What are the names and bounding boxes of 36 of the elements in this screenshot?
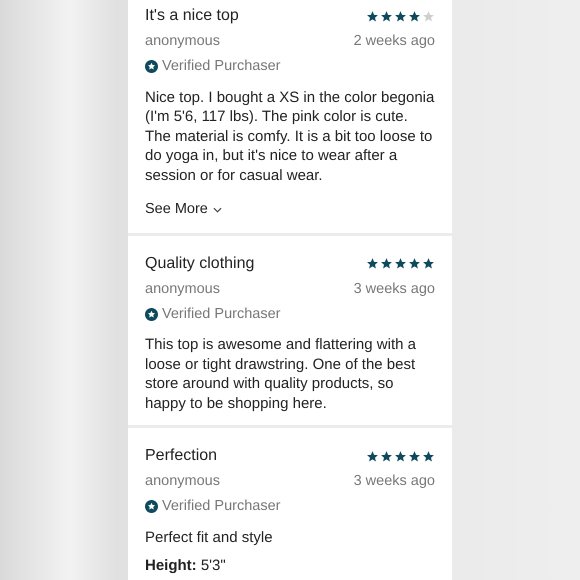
review-title: It's a nice top (145, 6, 239, 26)
review-title: Perfection (145, 446, 218, 466)
star-icon (422, 257, 435, 270)
review-detail: Height: 5'3" (145, 556, 227, 576)
star-icon (422, 10, 435, 22)
star-icon (366, 10, 379, 22)
star-icon (394, 450, 407, 463)
star-icon (380, 10, 393, 22)
review-text: This top is awesome and flattering with a loose or tight drawstring. One of the best store around with quality products, so happy to be shopping here. (145, 335, 417, 414)
verified-label: Verified Purchaser (162, 497, 280, 516)
star-icon (366, 257, 379, 270)
review-date: 3 weeks ago (354, 280, 435, 299)
star-icon (408, 450, 421, 463)
star-icon (394, 10, 407, 22)
verified-badge-icon (145, 308, 158, 321)
reviewer-name: anonymous (145, 280, 220, 299)
review-title: Quality clothing (145, 254, 254, 274)
verified-label: Verified Purchaser (162, 56, 280, 76)
review-date: 2 weeks ago (354, 32, 435, 51)
star-icon (380, 257, 393, 270)
reviewer-name: anonymous (145, 32, 220, 51)
review-text: Perfect fit and style (145, 528, 274, 548)
chevron-down-icon (212, 206, 222, 213)
verified-badge-icon (145, 500, 158, 514)
verified-label: Verified Purchaser (162, 304, 280, 324)
star-icon (366, 450, 379, 463)
star-icon (408, 257, 421, 270)
reviewer-name: anonymous (145, 472, 220, 492)
review-date: 3 weeks ago (354, 472, 435, 492)
see-more-button[interactable]: See More (145, 199, 222, 221)
star-icon (380, 450, 393, 463)
verified-badge-icon (145, 60, 158, 74)
review-text: Nice top. I bought a XS in the color begonia (I'm 5'6, 117 lbs). The pink color is cute. The material is comfy. It is a bit too loose to do yoga in, but it's nice to wear after a session or for casual wear. (145, 88, 435, 185)
star-icon (422, 450, 435, 463)
star-icon (394, 257, 407, 270)
star-icon (408, 10, 421, 22)
